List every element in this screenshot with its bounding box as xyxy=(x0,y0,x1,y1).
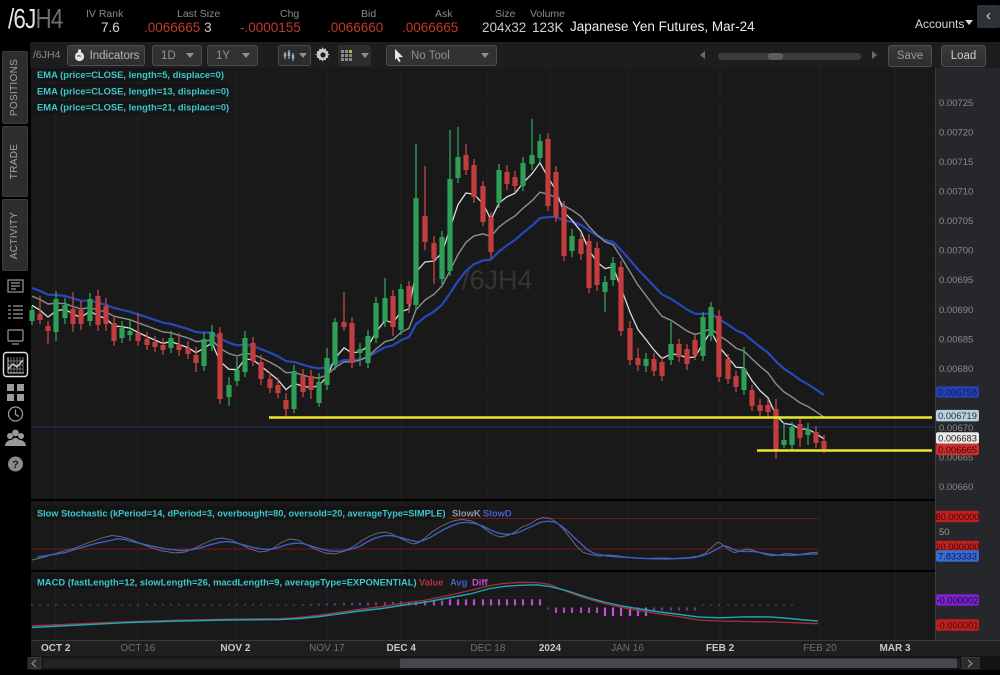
svg-text:JAN 16: JAN 16 xyxy=(611,643,644,654)
svg-text:0.00710: 0.00710 xyxy=(939,187,973,198)
svg-text:7.833333: 7.833333 xyxy=(938,551,977,561)
svg-text:-0.000001: -0.000001 xyxy=(937,620,979,630)
svg-text:0.00725: 0.00725 xyxy=(939,98,973,109)
svg-text:0.00695: 0.00695 xyxy=(939,275,973,286)
svg-text:Slow Stochastic (kPeriod=14, d: Slow Stochastic (kPeriod=14, dPeriod=3, … xyxy=(37,509,446,519)
svg-text:EMA (price=CLOSE, length=13, d: EMA (price=CLOSE, length=13, displace=0) xyxy=(37,85,229,96)
svg-text:MACD (fastLength=12, slowLengt: MACD (fastLength=12, slowLength=26, macd… xyxy=(37,577,417,588)
svg-text:OCT 2: OCT 2 xyxy=(41,643,71,654)
svg-text:0.00685: 0.00685 xyxy=(939,334,973,345)
svg-text:-0.000002: -0.000002 xyxy=(937,595,979,605)
svg-text:0.00720: 0.00720 xyxy=(939,128,973,139)
svg-text:0.00690: 0.00690 xyxy=(939,305,973,316)
svg-text:NOV 17: NOV 17 xyxy=(309,643,345,654)
svg-text:0.006758: 0.006758 xyxy=(938,387,977,397)
svg-text:EMA (price=CLOSE, length=21, d: EMA (price=CLOSE, length=21, displace=0) xyxy=(37,102,229,113)
svg-text:0.00715: 0.00715 xyxy=(939,157,973,168)
svg-text:0.006665: 0.006665 xyxy=(938,445,977,455)
svg-text:80.000000: 80.000000 xyxy=(936,512,980,522)
svg-text:0.00700: 0.00700 xyxy=(939,246,973,257)
svg-text:2024: 2024 xyxy=(539,643,562,654)
svg-text:Avg: Avg xyxy=(450,577,468,588)
svg-text:MAR 3: MAR 3 xyxy=(879,643,911,654)
svg-text:OCT 16: OCT 16 xyxy=(120,643,155,654)
svg-text:0.006719: 0.006719 xyxy=(938,411,977,421)
svg-text:0.00705: 0.00705 xyxy=(939,216,973,227)
svg-text:Diff: Diff xyxy=(472,577,488,588)
svg-text:NOV 2: NOV 2 xyxy=(220,643,250,654)
svg-text:0.00660: 0.00660 xyxy=(939,482,973,493)
svg-text:Value: Value xyxy=(419,577,444,588)
svg-text:SlowD: SlowD xyxy=(483,508,512,519)
svg-text:SlowK: SlowK xyxy=(452,508,481,519)
svg-text:/6JH4: /6JH4 xyxy=(462,265,533,295)
svg-text:FEB 2: FEB 2 xyxy=(706,643,735,654)
svg-text:DEC 18: DEC 18 xyxy=(470,643,505,654)
svg-text:0.00680: 0.00680 xyxy=(939,364,973,375)
svg-text:FEB 20: FEB 20 xyxy=(803,643,837,654)
svg-text:0.006683: 0.006683 xyxy=(938,433,977,443)
svg-text:50: 50 xyxy=(939,527,950,538)
svg-text:EMA (price=CLOSE, length=5, di: EMA (price=CLOSE, length=5, displace=0) xyxy=(37,69,224,80)
svg-text:DEC 4: DEC 4 xyxy=(386,643,416,654)
